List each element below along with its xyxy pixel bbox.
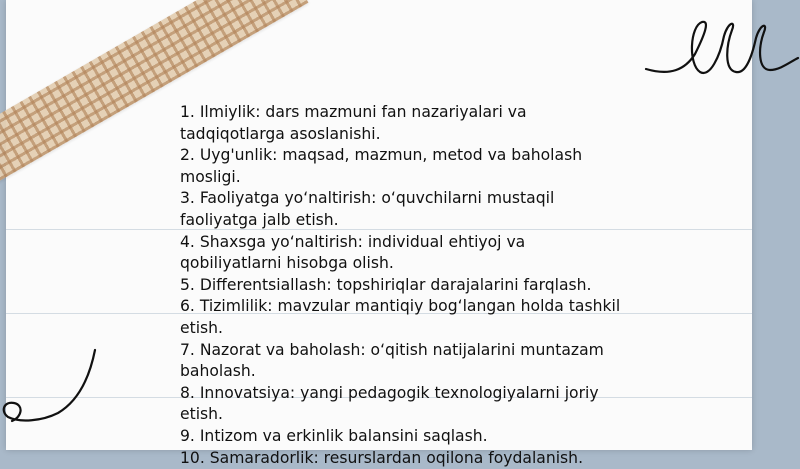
list-item: 4. Shaxsga yo‘naltirish: individual ehti… [180,232,630,275]
list-item: 2. Uyg'unlik: maqsad, mazmun, metod va b… [180,145,630,188]
list-item: 10. Samaradorlik: resurslardan oqilona f… [180,448,630,469]
loop-scribble-icon [640,14,800,84]
list-item: 8. Innovatsiya: yangi pedagogik texnolog… [180,383,630,426]
principles-list: 1. Ilmiylik: dars mazmuni fan nazariyala… [180,102,630,469]
list-item: 3. Faoliyatga yo‘naltirish: o‘quvchilarn… [180,188,630,231]
swirl-scribble-icon [0,345,105,425]
list-item: 6. Tizimlilik: mavzular mantiqiy bog‘lan… [180,296,630,339]
list-item: 5. Differentsiallash: topshiriqlar daraj… [180,275,630,297]
list-item: 1. Ilmiylik: dars mazmuni fan nazariyala… [180,102,630,145]
list-item: 9. Intizom va erkinlik balansini saqlash… [180,426,630,448]
list-item: 7. Nazorat va baholash: o‘qitish natijal… [180,340,630,383]
